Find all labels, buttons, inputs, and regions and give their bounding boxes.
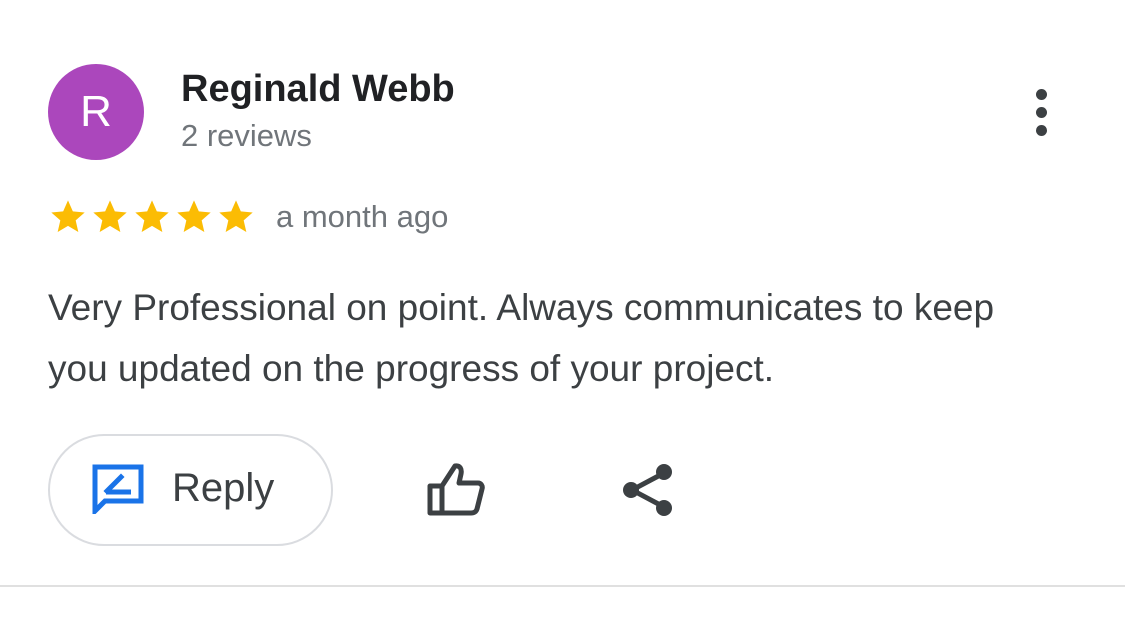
reply-button[interactable]: Reply — [48, 434, 333, 546]
more-vert-icon-dot — [1035, 124, 1047, 136]
divider — [0, 585, 1125, 587]
reply-edit-icon — [92, 464, 144, 514]
like-button[interactable] — [418, 454, 494, 524]
reply-label: Reply — [172, 466, 275, 510]
review-text: Very Professional on point. Always commu… — [48, 287, 995, 389]
avatar[interactable]: R — [48, 64, 144, 160]
star-icon — [177, 200, 211, 232]
star-icon — [219, 200, 253, 232]
star-icon — [135, 200, 169, 232]
star-icon — [51, 200, 85, 232]
thumbs-up-icon — [427, 463, 485, 516]
star-rating — [48, 196, 256, 238]
share-button[interactable] — [612, 454, 684, 526]
more-vert-icon-dot — [1035, 88, 1047, 100]
reviewer-name[interactable]: Reginald Webb — [181, 68, 455, 111]
more-options-button[interactable] — [1018, 84, 1064, 140]
avatar-initial: R — [80, 87, 112, 136]
star-icon — [93, 200, 127, 232]
more-vert-icon-dot — [1035, 106, 1047, 118]
share-icon — [623, 464, 672, 516]
review-time: a month ago — [276, 199, 449, 234]
review-count: 2 reviews — [181, 118, 312, 153]
